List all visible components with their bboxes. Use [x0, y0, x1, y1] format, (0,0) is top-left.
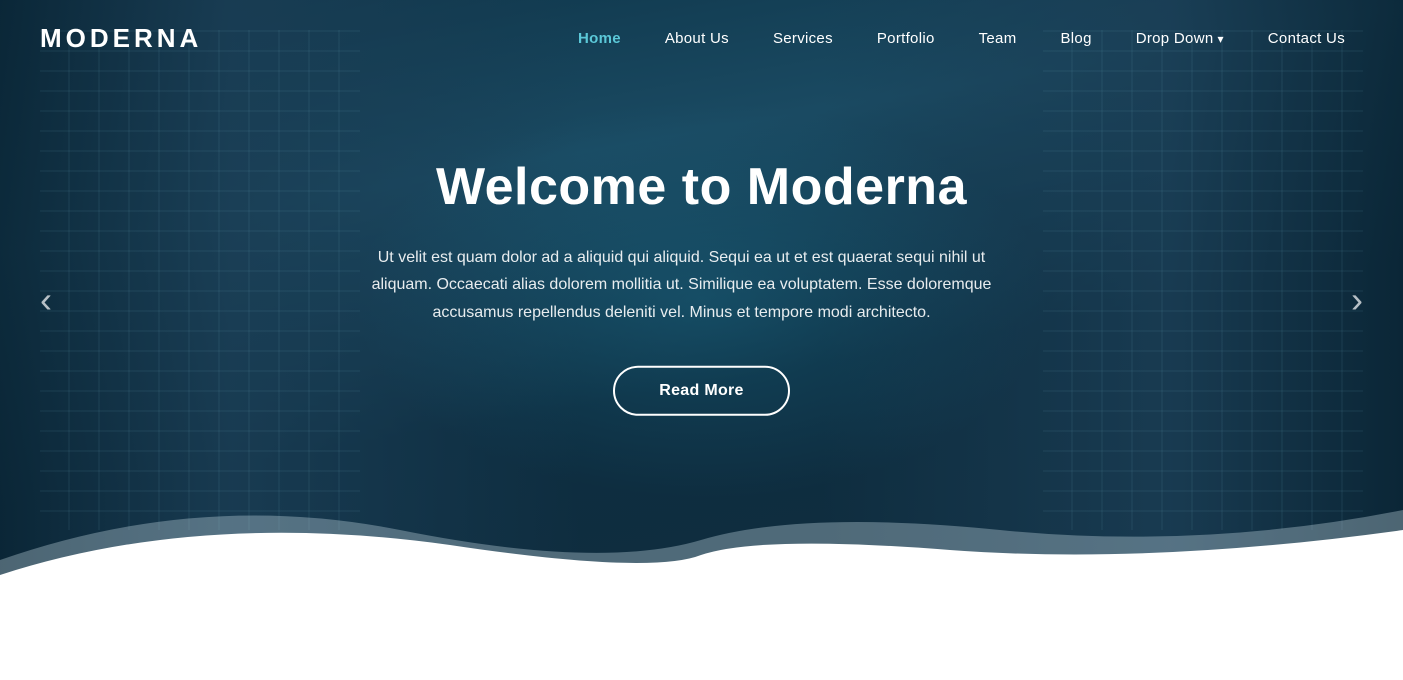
carousel-next-button[interactable]: ›: [1335, 278, 1379, 322]
nav-item-about[interactable]: About Us: [647, 22, 747, 55]
carousel-prev-button[interactable]: ‹: [24, 278, 68, 322]
nav-item-blog[interactable]: Blog: [1043, 22, 1110, 55]
nav-item-contact[interactable]: Contact Us: [1250, 22, 1363, 55]
read-more-button[interactable]: Read More: [613, 366, 790, 416]
windows-left-decor: [40, 30, 360, 530]
header: MODERNA Home About Us Services Portfolio…: [0, 0, 1403, 77]
hero-title: Welcome to Moderna: [352, 159, 1052, 216]
logo[interactable]: MODERNA: [40, 23, 202, 54]
chevron-down-icon: ▾: [1217, 32, 1223, 46]
hero-section: ‹ Welcome to Moderna Ut velit est quam d…: [0, 0, 1403, 600]
wave-bottom-decoration: [0, 480, 1403, 600]
hero-content: Welcome to Moderna Ut velit est quam dol…: [352, 159, 1052, 416]
main-nav: Home About Us Services Portfolio Team Bl…: [560, 22, 1363, 55]
nav-item-home[interactable]: Home: [560, 22, 639, 55]
below-hero-area: [0, 600, 1403, 680]
nav-item-team[interactable]: Team: [961, 22, 1035, 55]
nav-item-portfolio[interactable]: Portfolio: [859, 22, 953, 55]
nav-item-services[interactable]: Services: [755, 22, 851, 55]
hero-description: Ut velit est quam dolor ad a aliquid qui…: [352, 244, 1012, 326]
windows-right-decor: [1043, 30, 1363, 530]
nav-item-dropdown[interactable]: Drop Down ▾: [1118, 22, 1242, 55]
